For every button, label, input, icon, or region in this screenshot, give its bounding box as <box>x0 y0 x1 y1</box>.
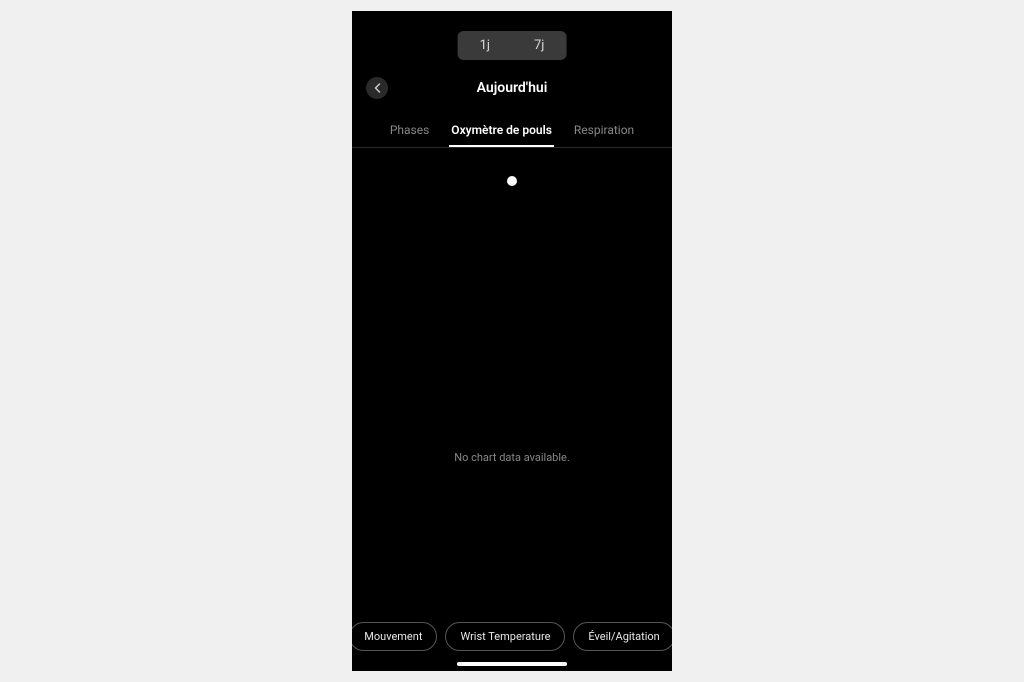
bottom-chip-row: Mouvement Wrist Temperature Éveil/Agitat… <box>352 622 672 651</box>
no-chart-data-message: No chart data available. <box>352 451 672 464</box>
toggle-1j[interactable]: 1j <box>458 31 512 60</box>
chip-eveil-agitation[interactable]: Éveil/Agitation <box>573 622 672 651</box>
page-title: Aujourd'hui <box>477 80 548 96</box>
back-button[interactable] <box>366 77 388 99</box>
toggle-7j[interactable]: 7j <box>512 31 566 60</box>
home-indicator[interactable] <box>457 662 567 666</box>
tab-respiration[interactable]: Respiration <box>574 117 634 147</box>
chevron-left-icon <box>374 83 381 93</box>
chip-mouvement[interactable]: Mouvement <box>352 622 437 651</box>
tab-phases[interactable]: Phases <box>390 117 429 147</box>
header: Aujourd'hui <box>352 77 672 99</box>
metric-tabs: Phases Oxymètre de pouls Respiration <box>352 117 672 148</box>
loading-dot <box>507 176 517 186</box>
chip-wrist-temperature[interactable]: Wrist Temperature <box>445 622 565 651</box>
period-toggle: 1j 7j <box>458 31 567 60</box>
tab-oxymetre[interactable]: Oxymètre de pouls <box>451 117 552 147</box>
phone-screen: 1j 7j Aujourd'hui Phases Oxymètre de pou… <box>352 11 672 671</box>
